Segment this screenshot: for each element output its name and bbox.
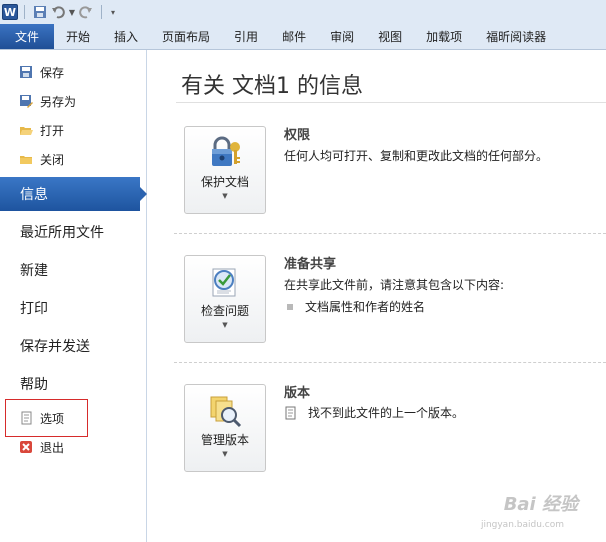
permissions-heading: 权限 (284, 128, 311, 143)
tab-view[interactable]: 视图 (366, 24, 414, 49)
tab-page-layout[interactable]: 页面布局 (150, 24, 222, 49)
nav-save-and-send[interactable]: 保存并发送 (0, 329, 140, 363)
page-title: 有关 文档1 的信息 (181, 74, 363, 99)
prepare-sharing-section: 检查问题 ▼ 准备共享 在共享此文件前，请注意其包含以下内容: 文档属性和作者的… (184, 255, 604, 345)
undo-dropdown-icon[interactable]: ▼ (67, 3, 77, 21)
permissions-description: 任何人均可打开、复制和更改此文档的任何部分。 (284, 149, 549, 163)
ribbon-tabs: 文件 开始 插入 页面布局 引用 邮件 审阅 视图 加载项 福昕阅读器 (0, 24, 606, 50)
tab-home[interactable]: 开始 (54, 24, 102, 49)
tab-insert[interactable]: 插入 (102, 24, 150, 49)
customize-toolbar-icon[interactable]: ▾ (108, 3, 118, 21)
bullet-text: 文档属性和作者的姓名 (305, 300, 426, 314)
tab-file[interactable]: 文件 (0, 24, 54, 49)
exit-label: 退出 (40, 440, 65, 455)
close-label: 关闭 (40, 152, 65, 167)
watermark-url: jingyan.baidu.com (480, 520, 564, 530)
exit-icon (18, 439, 34, 455)
nav-info[interactable]: 信息 (0, 177, 147, 211)
protect-document-label: 保护文档 (200, 175, 249, 189)
options-highlight-box (5, 399, 88, 437)
chevron-down-icon: ▼ (222, 450, 228, 458)
check-for-issues-button[interactable]: 检查问题 ▼ (184, 255, 266, 343)
word-window: W ▼ ▾ 文件 开始 插入 页面布局 引用 邮件 审阅 视图 加载项 福昕阅读… (0, 0, 606, 542)
checklist-icon (212, 268, 236, 297)
toolbar-separator (101, 5, 102, 19)
save-as-icon (18, 93, 34, 109)
chevron-down-icon: ▼ (222, 192, 228, 200)
permissions-section: 保护文档 ▼ 权限 任何人均可打开、复制和更改此文档的任何部分。 (184, 126, 604, 216)
tab-mailings[interactable]: 邮件 (270, 24, 318, 49)
tab-addins[interactable]: 加载项 (414, 24, 474, 49)
document-icon (285, 406, 296, 419)
watermark-logo: Bai 经验 (503, 494, 578, 515)
save-command[interactable]: 保存 (0, 61, 140, 83)
quick-access-toolbar: W ▼ ▾ (0, 0, 606, 24)
prepare-sharing-description: 在共享此文件前，请注意其包含以下内容: (284, 278, 505, 292)
exit-command[interactable]: 退出 (0, 436, 140, 458)
manage-versions-button[interactable]: 管理版本 ▼ (184, 384, 266, 472)
protect-document-button[interactable]: 保护文档 ▼ (184, 126, 266, 214)
backstage-nav: 保存 另存为 打开 关闭 信息 最近所用文件 新建 打印 保存并发送 帮助 选项… (0, 50, 147, 542)
save-as-label: 另存为 (40, 94, 77, 109)
open-command[interactable]: 打开 (0, 119, 140, 141)
close-command[interactable]: 关闭 (0, 148, 140, 170)
save-label: 保存 (40, 65, 65, 80)
versions-bullet: 找不到此文件的上一个版本。 (284, 404, 464, 421)
redo-icon[interactable] (77, 3, 95, 21)
close-folder-icon (18, 151, 34, 167)
save-icon[interactable] (31, 3, 49, 21)
manage-versions-label: 管理版本 (200, 433, 249, 447)
tab-references[interactable]: 引用 (222, 24, 270, 49)
prepare-sharing-bullet: 文档属性和作者的姓名 (284, 298, 425, 315)
tab-foxit-reader[interactable]: 福昕阅读器 (474, 24, 558, 49)
open-label: 打开 (40, 123, 65, 138)
save-as-command[interactable]: 另存为 (0, 90, 140, 112)
nav-recent[interactable]: 最近所用文件 (0, 215, 140, 249)
versions-text: 找不到此文件的上一个版本。 (308, 406, 465, 420)
toolbar-separator (24, 5, 25, 19)
tab-review[interactable]: 审阅 (318, 24, 366, 49)
section-divider (174, 233, 606, 234)
save-icon (18, 64, 34, 80)
word-app-icon[interactable]: W (2, 4, 18, 20)
chevron-down-icon: ▼ (222, 321, 228, 329)
versions-icon (210, 396, 242, 428)
versions-section: 管理版本 ▼ 版本 找不到此文件的上一个版本。 (184, 384, 604, 474)
versions-heading: 版本 (284, 386, 311, 401)
nav-print[interactable]: 打印 (0, 291, 140, 325)
prepare-sharing-heading: 准备共享 (284, 257, 337, 272)
nav-help[interactable]: 帮助 (0, 367, 140, 401)
title-divider (176, 102, 606, 103)
info-panel: 有关 文档1 的信息 保护文档 ▼ 权限 任何人均可打开、复制和更改此文档的任何… (148, 50, 606, 542)
bullet-square-icon (287, 303, 293, 310)
section-divider (174, 362, 606, 363)
undo-icon[interactable] (49, 3, 67, 21)
nav-new[interactable]: 新建 (0, 253, 140, 287)
open-folder-icon (18, 122, 34, 138)
lock-key-icon (212, 136, 240, 166)
check-for-issues-label: 检查问题 (200, 304, 249, 318)
